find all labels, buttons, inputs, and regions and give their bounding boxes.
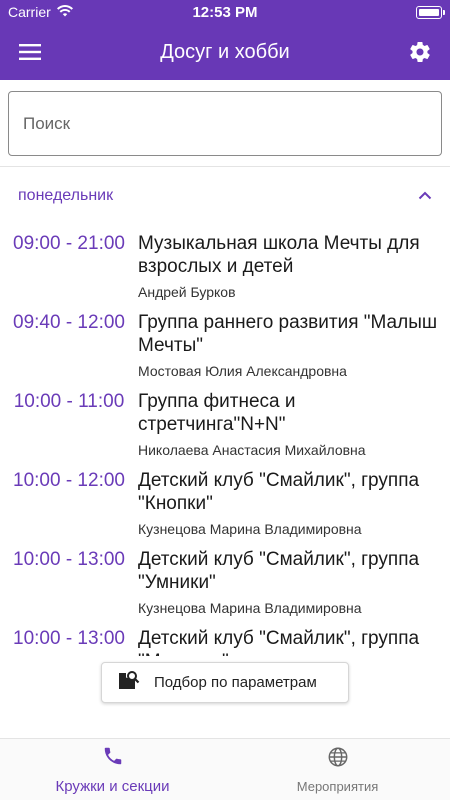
club-name: Детский клуб "Смайлик", группа "Малыши" (138, 628, 420, 656)
item-info: Группа фитнеса и стретчинга"N+N" Николае… (138, 388, 450, 467)
day-section-header[interactable]: понедельник (0, 180, 450, 212)
time-range: 09:40 - 12:00 (13, 312, 125, 333)
tab-label: Кружки и секции (55, 777, 170, 795)
item-info: Детский клуб "Смайлик", группа "Кнопки" … (138, 467, 450, 546)
status-left: Carrier (8, 4, 73, 20)
club-name: Детский клуб "Смайлик", группа "Кнопки" (138, 470, 420, 514)
tab-clubs-and-sections[interactable]: Кружки и секции (0, 739, 225, 800)
divider (0, 166, 450, 167)
list-item[interactable]: 10:00 - 13:00 Детский клуб "Смайлик", гр… (0, 546, 450, 625)
filter-icon (116, 669, 140, 697)
tab-label: Мероприятия (296, 778, 379, 794)
time-range: 09:00 - 21:00 (13, 233, 125, 254)
day-label: понедельник (18, 187, 114, 204)
time-range: 10:00 - 13:00 (13, 628, 125, 649)
page-title: Досуг и хобби (160, 40, 290, 63)
tab-events[interactable]: Мероприятия (225, 739, 450, 800)
time-range: 10:00 - 12:00 (13, 470, 125, 491)
list-item[interactable]: 10:00 - 12:00 Детский клуб "Смайлик", гр… (0, 467, 450, 546)
schedule-list: 09:00 - 21:00 Музыкальная школа Мечты дл… (0, 230, 450, 656)
club-name: Детский клуб "Смайлик", группа "Умники" (138, 549, 420, 593)
bottom-navigation: Кружки и секции Мероприятия (0, 738, 450, 800)
item-info: Музыкальная школа Мечты для взрослых и д… (138, 230, 450, 309)
club-name: Группа фитнеса и стретчинга"N+N" (138, 391, 296, 435)
search-input[interactable] (8, 91, 442, 156)
list-item[interactable]: 10:00 - 11:00 Группа фитнеса и стретчинг… (0, 388, 450, 467)
search-container (8, 91, 442, 156)
club-name: Музыкальная школа Мечты для взрослых и д… (138, 233, 420, 277)
club-name: Группа раннего развития "Малыш Мечты" (138, 312, 438, 356)
list-item[interactable]: 09:00 - 21:00 Музыкальная школа Мечты дл… (0, 230, 450, 309)
time-range: 10:00 - 11:00 (13, 391, 125, 412)
wifi-icon (56, 4, 73, 20)
list-item[interactable]: 10:00 - 13:00 Детский клуб "Смайлик", гр… (0, 625, 450, 656)
filter-button-label: Подбор по параметрам (154, 674, 317, 691)
header: Carrier 12:53 PM Досуг и хобби (0, 0, 450, 80)
app-bar: Досуг и хобби (0, 24, 450, 80)
list-item[interactable]: 09:40 - 12:00 Группа раннего развития "М… (0, 309, 450, 388)
filter-by-parameters-button[interactable]: Подбор по параметрам (101, 662, 349, 703)
item-info: Группа раннего развития "Малыш Мечты" Мо… (138, 309, 450, 388)
teacher-name: Николаева Анастасия Михайловна (138, 442, 366, 458)
teacher-name: Кузнецова Марина Владимировна (138, 521, 362, 537)
carrier-label: Carrier (8, 4, 51, 20)
hamburger-menu-icon[interactable] (16, 38, 44, 66)
gear-icon[interactable] (406, 38, 434, 66)
battery-icon (416, 5, 445, 19)
teacher-name: Андрей Бурков (138, 284, 236, 300)
time-range: 10:00 - 13:00 (13, 549, 125, 570)
chevron-up-icon[interactable] (418, 187, 432, 205)
phone-icon (102, 745, 124, 772)
item-info: Детский клуб "Смайлик", группа "Умники" … (138, 546, 450, 625)
status-bar: Carrier 12:53 PM (0, 0, 450, 24)
item-info: Детский клуб "Смайлик", группа "Малыши" (138, 625, 450, 656)
teacher-name: Мостовая Юлия Александровна (138, 363, 347, 379)
globe-icon (327, 746, 349, 773)
teacher-name: Кузнецова Марина Владимировна (138, 600, 362, 616)
